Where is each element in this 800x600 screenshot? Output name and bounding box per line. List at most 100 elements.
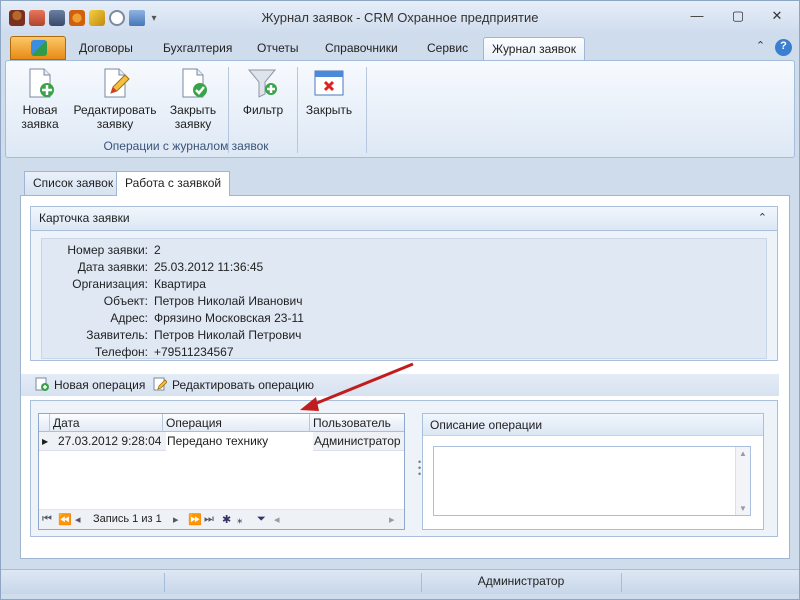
tab-directories[interactable]: Справочники	[317, 37, 406, 61]
edit-operation-icon	[153, 377, 168, 391]
field-label: Заявитель:	[86, 328, 148, 342]
field-label: Организация:	[72, 277, 148, 291]
grid-header: Дата Операция Пользователь	[39, 414, 404, 432]
field-row-number: Номер заявки: 2	[42, 242, 768, 259]
new-operation-label: Новая операция	[54, 378, 146, 392]
field-row-object: Объект: Петров Николай Иванович	[42, 293, 768, 310]
row-indicator-header	[39, 414, 50, 432]
request-card: Карточка заявки ⌃ Номер заявки: 2 Дата за…	[30, 206, 778, 361]
chevron-up-icon[interactable]: ⌃	[758, 207, 767, 229]
close-request-label-2: заявку	[174, 117, 212, 131]
edit-request-label-1: Редактировать	[73, 103, 157, 117]
field-label: Номер заявки:	[67, 243, 148, 257]
field-row-applicant: Заявитель: Петров Николай Петрович	[42, 327, 768, 344]
tab-request-list[interactable]: Список заявок	[24, 171, 123, 195]
ribbon-panel: Новая заявка Редактировать заявку Закрыт…	[5, 60, 795, 158]
scroll-up-icon[interactable]: ▲	[736, 449, 750, 458]
col-user-header[interactable]: Пользователь	[310, 414, 404, 432]
tab-reports[interactable]: Отчеты	[249, 37, 306, 61]
close-window-button[interactable]: ✕	[767, 9, 787, 25]
prev-page-icon[interactable]: ⏪	[58, 513, 72, 526]
field-label: Объект:	[103, 294, 148, 308]
ribbon-group-end	[366, 67, 367, 153]
close-request-button[interactable]: Закрыть заявку	[167, 67, 219, 131]
table-row[interactable]: ▶ 27.03.2012 9:28:04 Передано технику Ад…	[39, 432, 404, 451]
row-indicator-icon: ▶	[42, 437, 49, 446]
operations-toolbar: Новая операция Редактировать операцию	[21, 374, 779, 396]
title-bar: ▾ Журнал заявок - CRM Охранное предприят…	[1, 1, 799, 34]
close-label: Закрыть	[305, 103, 353, 117]
help-icon[interactable]: ?	[775, 39, 792, 56]
delete-record-icon[interactable]: ⁎	[237, 513, 243, 526]
operations-grid: Дата Операция Пользователь ▶ 27.03.2012 …	[38, 413, 405, 530]
new-operation-icon	[35, 377, 49, 391]
description-textarea[interactable]: ▲ ▼	[433, 446, 751, 516]
next-record-icon[interactable]: ▸	[173, 513, 179, 526]
tab-contracts[interactable]: Договоры	[71, 37, 141, 61]
field-label: Телефон:	[94, 345, 148, 359]
description-scrollbar[interactable]: ▲ ▼	[735, 447, 750, 515]
tab-request-journal[interactable]: Журнал заявок	[483, 37, 585, 61]
window-title: Журнал заявок - CRM Охранное предприятие	[261, 10, 539, 25]
next-page-icon[interactable]: ⏩	[188, 513, 202, 526]
filter-label: Фильтр	[242, 103, 284, 117]
application-button[interactable]	[10, 36, 66, 60]
field-value: 25.03.2012 11:36:45	[154, 260, 264, 274]
field-value: Фрязино Московская 23-11	[154, 311, 304, 325]
prev-record-icon[interactable]: ◂	[75, 513, 81, 526]
first-record-icon[interactable]: ⏮	[42, 513, 52, 526]
request-card-header[interactable]: Карточка заявки ⌃	[31, 207, 777, 231]
tab-request-work[interactable]: Работа с заявкой	[116, 171, 231, 196]
insert-record-icon[interactable]: ✱	[222, 513, 231, 526]
close-button[interactable]: Закрыть	[304, 67, 354, 117]
new-document-icon	[24, 67, 56, 99]
col-operation-header[interactable]: Операция	[163, 414, 310, 432]
request-fields: Номер заявки: 2 Дата заявки: 25.03.2012 11…	[41, 238, 767, 359]
status-divider	[621, 573, 622, 592]
operations-area: Дата Операция Пользователь ▶ 27.03.2012 …	[30, 400, 778, 537]
grid-navigator: ⏮ ⏪ ◂ Запись 1 из 1 ▸ ⏩ ⏭ ✱ ⁎ ⏷ ◂ ▸	[39, 509, 404, 529]
app-window: ▾ Журнал заявок - CRM Охранное предприят…	[0, 0, 800, 600]
description-panel: Описание операции ▲ ▼	[422, 413, 764, 530]
approve-document-icon	[177, 67, 209, 99]
tab-accounting[interactable]: Бухгалтерия	[155, 37, 240, 61]
request-card-title: Карточка заявки	[39, 211, 130, 225]
filter-button[interactable]: Фильтр	[238, 67, 288, 117]
new-request-label-2: заявка	[21, 117, 59, 131]
record-counter: Запись 1 из 1	[93, 513, 162, 525]
filter-record-icon[interactable]: ⏷	[257, 513, 266, 526]
last-record-icon[interactable]: ⏭	[204, 513, 214, 526]
cell-user[interactable]: Администратор	[314, 432, 401, 451]
field-value: Петров Николай Иванович	[154, 294, 303, 308]
edit-request-button[interactable]: Редактировать заявку	[72, 67, 158, 131]
field-value: 2	[154, 243, 161, 257]
minimize-button[interactable]: —	[687, 9, 707, 25]
maximize-button[interactable]: ▢	[728, 9, 748, 25]
field-row-address: Адрес: Фрязино Московская 23-11	[42, 310, 768, 327]
new-request-label-1: Новая	[22, 103, 58, 117]
status-divider	[164, 573, 165, 592]
tab-service[interactable]: Сервис	[419, 37, 476, 61]
content-area: Список заявок Работа с заявкой Карточка …	[9, 163, 793, 561]
field-value: Петров Николай Петрович	[154, 328, 302, 342]
scroll-left-icon[interactable]: ◂	[274, 513, 280, 526]
scroll-down-icon[interactable]: ▼	[736, 504, 750, 513]
ribbon-collapse-icon[interactable]: ⌃	[752, 39, 769, 56]
field-value: Квартира	[154, 277, 206, 291]
edit-operation-button[interactable]: Редактировать операцию	[153, 377, 314, 393]
new-request-button[interactable]: Новая заявка	[18, 67, 62, 131]
col-date-header[interactable]: Дата	[50, 414, 163, 432]
field-row-phone: Телефон: +79511234567	[42, 344, 768, 361]
edit-operation-label: Редактировать операцию	[172, 378, 314, 392]
cell-date[interactable]: 27.03.2012 9:28:04	[58, 432, 161, 451]
field-value: +79511234567	[154, 345, 234, 359]
field-row-organization: Организация: Квартира	[42, 276, 768, 293]
scroll-right-icon[interactable]: ▸	[389, 513, 395, 526]
description-title: Описание операции	[423, 414, 763, 436]
status-user: Администратор	[477, 574, 565, 588]
new-operation-button[interactable]: Новая операция	[35, 377, 145, 393]
close-window-icon	[313, 67, 345, 99]
cell-operation[interactable]: Передано технику	[166, 432, 313, 451]
funnel-icon	[247, 67, 279, 99]
app-logo-icon	[31, 40, 47, 56]
